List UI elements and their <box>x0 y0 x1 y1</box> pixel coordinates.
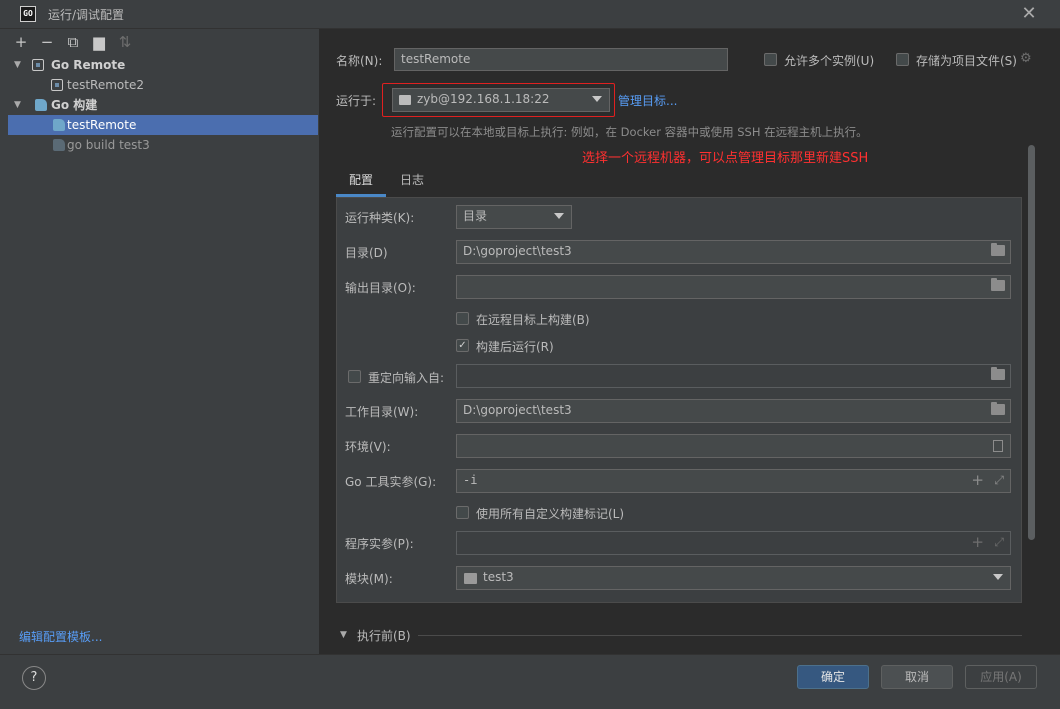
go-file-icon <box>53 119 65 131</box>
output-dir-input[interactable] <box>456 275 1011 299</box>
build-on-remote-checkbox[interactable] <box>456 312 469 325</box>
run-after-build-label: 构建后运行(R) <box>476 340 554 354</box>
close-icon[interactable]: ✕ <box>1018 3 1040 25</box>
go-remote-icon <box>51 79 63 91</box>
chevron-down-icon[interactable]: ▼ <box>14 55 21 75</box>
redirect-input-label: 重定向输入自: <box>368 371 445 385</box>
ok-button[interactable]: 确定 <box>797 665 869 689</box>
chevron-down-icon[interactable]: ▼ <box>340 630 347 640</box>
cancel-button[interactable]: 取消 <box>881 665 953 689</box>
plus-icon[interactable]: + <box>971 470 984 490</box>
tab-config[interactable]: 配置 <box>336 167 386 197</box>
goland-app-icon: GO <box>20 6 36 22</box>
go-tool-args-label: Go 工具实参(G): <box>345 475 437 489</box>
annotation-text: 选择一个远程机器，可以点管理目标那里新建SSH <box>582 151 869 166</box>
dir-input[interactable]: D:\goproject\test3 <box>456 240 1011 264</box>
terminal-icon <box>399 95 411 105</box>
chevron-down-icon <box>554 213 564 219</box>
run-on-label: 运行于: <box>336 94 377 108</box>
program-args-label: 程序实参(P): <box>345 537 414 551</box>
module-select[interactable]: test3 <box>456 566 1011 590</box>
env-label: 环境(V): <box>345 440 391 454</box>
before-launch-section[interactable]: 执行前(B) <box>357 627 411 644</box>
workdir-input[interactable]: D:\goproject\test3 <box>456 399 1011 423</box>
name-input[interactable]: testRemote <box>394 48 728 71</box>
custom-tags-checkbox[interactable] <box>456 506 469 519</box>
folder-icon[interactable] <box>991 402 1005 415</box>
tree-group-go-remote[interactable]: ▼ Go Remote <box>8 55 318 75</box>
run-on-select[interactable]: zyb@192.168.1.18:22 <box>392 88 610 112</box>
tree-group-go-build[interactable]: ▼ Go 构建 <box>8 95 318 115</box>
plus-icon[interactable]: + <box>971 532 984 552</box>
allow-multiple-checkbox[interactable] <box>764 53 777 66</box>
expand-icon[interactable]: ⤢ <box>994 470 1004 490</box>
expand-icon[interactable]: ⤢ <box>994 532 1004 552</box>
apply-button[interactable]: 应用(A) <box>965 665 1037 689</box>
window-title: 运行/调试配置 <box>48 8 125 22</box>
tree-item-testremote2[interactable]: testRemote2 <box>8 75 318 95</box>
new-folder-icon[interactable]: ▆ <box>86 31 112 53</box>
run-kind-select[interactable]: 目录 <box>456 205 572 229</box>
divider <box>418 635 1022 636</box>
redirect-input-field[interactable] <box>456 364 1011 388</box>
edit-templates-link[interactable]: 编辑配置模板... <box>19 628 102 645</box>
redirect-input-checkbox[interactable] <box>348 370 361 383</box>
remove-icon[interactable]: − <box>34 31 60 53</box>
tree-toolbar: + − ⧉ ▆ ⇅ <box>8 31 138 53</box>
folder-icon[interactable] <box>991 278 1005 291</box>
tree-item-go-build-test3[interactable]: go build test3 <box>8 135 318 155</box>
output-dir-label: 输出目录(O): <box>345 281 416 295</box>
folder-icon[interactable] <box>991 367 1005 380</box>
module-label: 模块(M): <box>345 572 393 586</box>
run-kind-label: 运行种类(K): <box>345 211 415 225</box>
help-button[interactable]: ? <box>22 666 46 690</box>
name-label: 名称(N): <box>336 54 383 68</box>
program-args-input[interactable]: + ⤢ <box>456 531 1011 555</box>
chevron-down-icon <box>592 96 602 102</box>
tree-item-testremote[interactable]: testRemote <box>8 115 318 135</box>
config-tree: ▼ Go Remote testRemote2 ▼ Go 构建 testRemo… <box>8 55 318 155</box>
manage-targets-link[interactable]: 管理目标... <box>618 92 677 109</box>
build-on-remote-label: 在远程目标上构建(B) <box>476 313 590 327</box>
chevron-down-icon[interactable]: ▼ <box>14 95 21 115</box>
env-input[interactable] <box>456 434 1011 458</box>
document-icon[interactable] <box>993 440 1003 452</box>
go-remote-icon <box>32 59 44 71</box>
run-after-build-checkbox[interactable]: ✓ <box>456 339 469 352</box>
go-file-icon <box>53 139 65 151</box>
custom-tags-label: 使用所有自定义构建标记(L) <box>476 507 625 521</box>
gear-icon[interactable]: ⚙ <box>1020 51 1032 66</box>
allow-multiple-label: 允许多个实例(U) <box>784 54 875 68</box>
chevron-down-icon <box>993 574 1003 580</box>
add-icon[interactable]: + <box>8 31 34 53</box>
vertical-scrollbar[interactable] <box>1028 145 1035 540</box>
folder-icon[interactable] <box>991 243 1005 256</box>
workdir-label: 工作目录(W): <box>345 405 419 419</box>
run-on-value: zyb@192.168.1.18:22 <box>417 92 550 106</box>
tab-log[interactable]: 日志 <box>390 167 434 197</box>
store-project-checkbox[interactable] <box>896 53 909 66</box>
config-tree-pane: + − ⧉ ▆ ⇅ ▼ Go Remote testRemote2 ▼ Go 构建 te… <box>0 29 320 654</box>
copy-icon[interactable]: ⧉ <box>60 31 86 53</box>
run-on-hint: 运行配置可以在本地或目标上执行: 例如，在 Docker 容器中或使用 SSH … <box>391 125 868 139</box>
dir-label: 目录(D) <box>345 246 388 260</box>
go-tool-args-input[interactable]: -i + ⤢ <box>456 469 1011 493</box>
go-build-icon <box>35 99 47 111</box>
title-bar: GO 运行/调试配置 ✕ <box>0 0 1060 29</box>
module-folder-icon <box>464 573 477 584</box>
sort-icon[interactable]: ⇅ <box>112 31 138 53</box>
store-project-label: 存储为项目文件(S) <box>916 54 1017 68</box>
